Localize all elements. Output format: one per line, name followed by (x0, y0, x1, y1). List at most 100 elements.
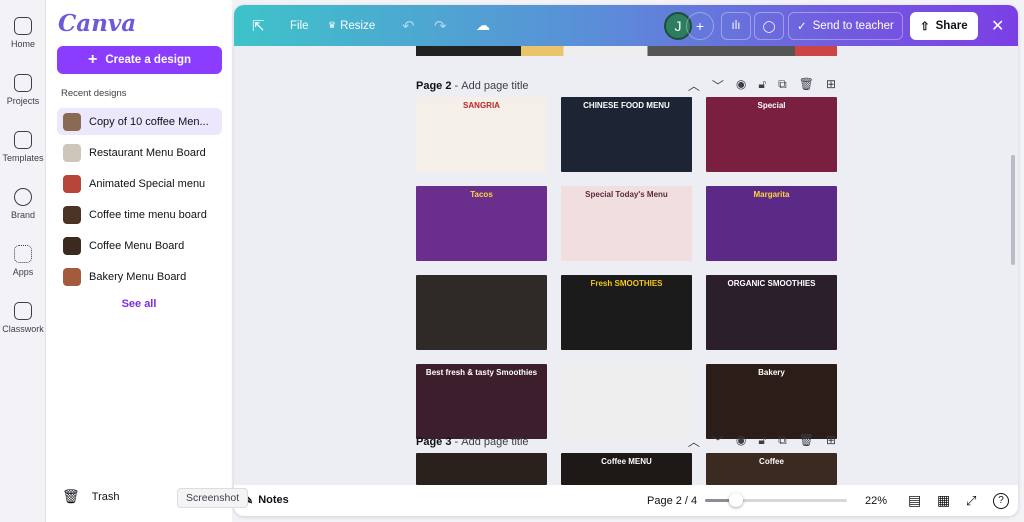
recent-design-item[interactable]: Bakery Menu Board (57, 263, 222, 290)
add-page-icon[interactable]: ⊞ (826, 77, 836, 94)
see-all-link[interactable]: See all (46, 298, 232, 310)
menu-template-thumbnail[interactable]: Special (706, 97, 837, 172)
resize-label: Resize (340, 19, 376, 32)
share-button[interactable]: ⇧ Share (910, 5, 978, 46)
page-label: Page 3 (416, 435, 452, 448)
undo-icon[interactable]: ↶ (402, 5, 415, 46)
share-label: Share (935, 19, 968, 32)
thumbnail-title: Margarita (753, 190, 790, 199)
zoom-slider-handle[interactable] (729, 493, 744, 507)
add-page-icon[interactable]: ⊞ (826, 433, 836, 450)
fullscreen-icon[interactable]: ⤢ (966, 493, 976, 509)
design-thumbnail (63, 236, 81, 255)
close-icon[interactable]: ✕ (991, 5, 1004, 46)
add-collaborator-button[interactable]: + (686, 5, 714, 46)
brand-icon (14, 188, 32, 206)
rail-label: Brand (10, 210, 36, 220)
menu-template-thumbnail[interactable]: Coffee (706, 453, 837, 485)
menu-template-thumbnail[interactable]: Coffee MENU (561, 453, 692, 485)
rail-label: Classwork (2, 324, 44, 334)
resize-button[interactable]: ♛ Resize (328, 5, 375, 46)
rail-projects[interactable]: Projects (0, 74, 46, 106)
rail-brand[interactable]: Brand (0, 188, 46, 220)
page-title-input[interactable]: Add page title (461, 436, 528, 448)
comment-icon: ◯ (754, 11, 784, 40)
file-menu[interactable]: File (290, 5, 309, 46)
menu-template-thumbnail[interactable] (416, 275, 547, 350)
redo-icon[interactable]: ↷ (434, 5, 447, 46)
menu-template-thumbnail[interactable]: Bakery (706, 364, 837, 439)
recent-design-label: Restaurant Menu Board (89, 146, 206, 159)
rail-classwork[interactable]: Classwork (0, 302, 46, 334)
apps-icon (14, 245, 32, 263)
design-thumbnail (63, 174, 81, 193)
recent-design-item[interactable]: Copy of 10 coffee Men... (57, 108, 222, 135)
recent-design-item[interactable]: Coffee Menu Board (57, 232, 222, 259)
duplicate-icon[interactable]: ⧉ (778, 433, 787, 450)
recent-design-label: Bakery Menu Board (89, 270, 187, 283)
delete-icon[interactable]: 🗑︎ (799, 77, 814, 94)
move-down-icon[interactable]: ﹀ (712, 77, 724, 94)
menu-template-thumbnail[interactable] (561, 364, 692, 439)
insights-button[interactable]: ılı (721, 5, 751, 46)
canva-logo[interactable]: Canva (58, 10, 136, 37)
page-view-icon[interactable]: ▤ (908, 492, 921, 509)
hide-icon[interactable]: ◉ (736, 433, 746, 450)
design-thumbnail (63, 112, 81, 131)
lock-icon[interactable]: 🔓︎ (758, 433, 766, 450)
move-up-icon[interactable]: ︿ (688, 77, 700, 94)
menu-template-thumbnail[interactable]: Tacos (416, 186, 547, 261)
move-down-icon[interactable]: ﹀ (712, 433, 724, 450)
menu-template-thumbnail[interactable] (416, 453, 547, 485)
thumbnail-title: Coffee (759, 457, 784, 466)
page-label: Page 2 (416, 79, 452, 92)
plus-icon: + (88, 51, 98, 68)
page-title-input[interactable]: Add page title (461, 80, 528, 92)
delete-icon[interactable]: 🗑︎ (799, 433, 814, 450)
screenshot-tooltip: Screenshot (177, 488, 249, 508)
left-rail: Home Projects Templates Brand Apps Class… (0, 0, 46, 522)
menu-template-thumbnail[interactable]: SANGRIA (416, 97, 547, 172)
recent-design-label: Coffee time menu board (89, 208, 207, 221)
rail-home[interactable]: Home (0, 17, 46, 49)
help-icon[interactable]: ? (993, 492, 1009, 509)
grid-view-icon[interactable]: ▦ (937, 492, 950, 509)
folder-icon (14, 74, 32, 92)
recent-design-item[interactable]: Coffee time menu board (57, 201, 222, 228)
thumbnail-title: Tacos (470, 190, 493, 199)
page-3-header: Page 3 - Add page title ︿ ﹀ ◉ 🔓︎ ⧉ 🗑︎ ⊞ (416, 433, 836, 450)
zoom-slider[interactable] (705, 493, 847, 507)
notes-button[interactable]: ✎ Notes (244, 494, 289, 507)
page-indicator[interactable]: Page 2 / 4 (647, 495, 697, 507)
page-3-canvas[interactable]: Coffee MENU Coffee (416, 453, 837, 485)
page-2-canvas[interactable]: SANGRIA CHINESE FOOD MENU Special Tacos Spec… (416, 97, 837, 439)
recent-design-label: Coffee Menu Board (89, 239, 185, 252)
comment-button[interactable]: ◯ (754, 5, 784, 46)
menu-template-thumbnail[interactable]: Best fresh & tasty Smoothies (416, 364, 547, 439)
menu-template-thumbnail[interactable]: CHINESE FOOD MENU (561, 97, 692, 172)
lock-icon[interactable]: 🔓︎ (758, 77, 766, 94)
menu-template-thumbnail[interactable]: Fresh SMOOTHIES (561, 275, 692, 350)
duplicate-icon[interactable]: ⧉ (778, 77, 787, 94)
recent-design-item[interactable]: Animated Special menu (57, 170, 222, 197)
rail-apps[interactable]: Apps (0, 245, 46, 277)
thumbnail-title: CHINESE FOOD MENU (583, 101, 670, 110)
zoom-level[interactable]: 22% (865, 495, 887, 507)
menu-template-thumbnail[interactable]: Margarita (706, 186, 837, 261)
trash-label: Trash (91, 490, 120, 503)
thumbnail-title: Special (757, 101, 786, 110)
plus-icon: + (686, 11, 714, 40)
rail-label: Projects (6, 96, 40, 106)
move-up-icon[interactable]: ︿ (688, 433, 700, 450)
menu-template-thumbnail[interactable]: ORGANIC SMOOTHIES (706, 275, 837, 350)
external-link-icon[interactable]: ⇱ (252, 5, 265, 46)
recent-design-item[interactable]: Restaurant Menu Board (57, 139, 222, 166)
menu-template-thumbnail[interactable]: Special Today's Menu (561, 186, 692, 261)
create-design-button[interactable]: + Create a design (57, 46, 222, 74)
scrollbar[interactable] (1011, 155, 1015, 265)
hide-icon[interactable]: ◉ (736, 77, 746, 94)
cloud-saved-icon[interactable]: ☁ (476, 5, 490, 46)
rail-templates[interactable]: Templates (0, 131, 46, 163)
send-to-teacher-button[interactable]: ✓ Send to teacher (788, 5, 903, 46)
trash-button[interactable]: 🗑 Trash (62, 488, 120, 505)
